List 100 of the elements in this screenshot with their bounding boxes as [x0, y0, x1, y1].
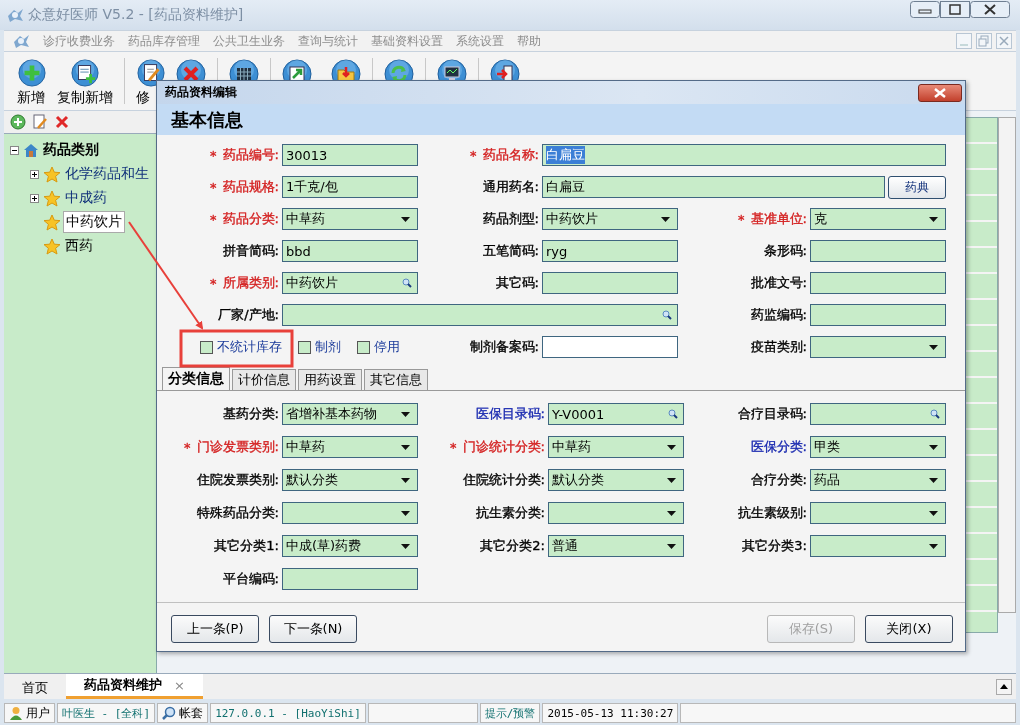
- lookup-field[interactable]: 中药饮片: [282, 272, 418, 294]
- status-button[interactable]: 帐套: [157, 703, 209, 723]
- dropdown[interactable]: 中草药: [548, 436, 684, 458]
- lookup-button[interactable]: 药典: [888, 176, 946, 199]
- field-label: 抗生素分类:: [475, 504, 545, 522]
- star-icon: [43, 237, 61, 255]
- tab-close-button[interactable]: ×: [174, 677, 185, 693]
- expand-icon[interactable]: [30, 169, 39, 179]
- expand-icon[interactable]: [30, 193, 39, 203]
- tab[interactable]: 计价信息: [232, 369, 296, 390]
- input-field[interactable]: [542, 336, 678, 358]
- field-label: 门诊发票类别:: [196, 438, 279, 456]
- star-icon: [43, 165, 61, 183]
- required-mark: *: [210, 147, 217, 163]
- tree-node[interactable]: 药品类别: [41, 140, 101, 160]
- tab[interactable]: 分类信息: [162, 367, 230, 390]
- dialog-button[interactable]: 关闭(X): [865, 615, 953, 643]
- input-field[interactable]: 30013: [282, 144, 418, 166]
- lookup-field[interactable]: [810, 403, 946, 425]
- dropdown[interactable]: [282, 502, 418, 524]
- caret-icon: [667, 477, 676, 483]
- required-mark: *: [738, 211, 745, 227]
- dropdown[interactable]: 克: [810, 208, 946, 230]
- checkbox[interactable]: 停用: [357, 338, 400, 356]
- dialog-button[interactable]: 上一条(P): [171, 615, 259, 643]
- caret-icon: [401, 411, 410, 417]
- input-field[interactable]: 1千克/包: [282, 176, 418, 198]
- field-label: 其它分类1:: [214, 537, 279, 555]
- dropdown[interactable]: [810, 336, 946, 358]
- dropdown[interactable]: 药品: [810, 469, 946, 491]
- input-field[interactable]: [810, 240, 946, 262]
- lookup-field[interactable]: [282, 304, 678, 326]
- selected-text: 白扁豆: [546, 146, 585, 164]
- caret-icon: [929, 344, 938, 350]
- input-field[interactable]: [282, 568, 418, 590]
- input-field[interactable]: 白扁豆: [542, 144, 946, 166]
- input-field[interactable]: ryg: [542, 240, 678, 262]
- dropdown[interactable]: 普通: [548, 535, 684, 557]
- window-title: 众意好医师 V5.2 - [药品资料维护]: [28, 6, 244, 24]
- field-label: 住院发票类别:: [196, 471, 279, 489]
- tree-node[interactable]: 中成药: [63, 188, 109, 208]
- tree-node[interactable]: 中药饮片: [63, 211, 125, 233]
- input-field[interactable]: [810, 304, 946, 326]
- checkbox[interactable]: 不统计库存: [200, 338, 282, 356]
- scroll-up-button[interactable]: [996, 679, 1012, 695]
- tab[interactable]: 其它信息: [364, 369, 428, 390]
- close-button[interactable]: [970, 1, 1010, 18]
- dropdown[interactable]: 中成(草)药费: [282, 535, 418, 557]
- lookup-field[interactable]: Y-V0001: [548, 403, 684, 425]
- dropdown[interactable]: 默认分类: [548, 469, 684, 491]
- dialog-button[interactable]: 下一条(N): [269, 615, 357, 643]
- field-label: 药品编号:: [222, 146, 279, 164]
- tree-node[interactable]: 西药: [63, 236, 95, 256]
- input-field[interactable]: [810, 272, 946, 294]
- dropdown[interactable]: 中草药: [282, 436, 418, 458]
- required-mark: *: [450, 439, 457, 455]
- delete-icon: [54, 114, 70, 130]
- star-icon: [43, 189, 61, 207]
- maximize-button[interactable]: [940, 1, 970, 18]
- dropdown[interactable]: 中草药: [282, 208, 418, 230]
- dropdown[interactable]: 甲类: [810, 436, 946, 458]
- dropdown[interactable]: 默认分类: [282, 469, 418, 491]
- tab[interactable]: 用药设置: [298, 369, 362, 390]
- close-button[interactable]: [918, 83, 962, 102]
- caret-icon: [929, 543, 938, 549]
- field-label: 平台编码:: [222, 570, 279, 588]
- tree-node[interactable]: 化学药品和生: [63, 164, 151, 184]
- field-label: 药监编码:: [750, 306, 807, 324]
- toolbar-button[interactable]: 复制新增: [57, 89, 113, 107]
- input-field[interactable]: bbd: [282, 240, 418, 262]
- vertical-scrollbar[interactable]: [998, 117, 1016, 613]
- caret-icon: [661, 216, 670, 222]
- checkbox[interactable]: 制剂: [298, 338, 341, 356]
- magnifier-icon: [930, 409, 940, 419]
- app-logo-icon: [12, 33, 30, 49]
- required-mark: *: [210, 179, 217, 195]
- status-button[interactable]: 用户: [4, 703, 55, 723]
- caret-icon: [401, 216, 410, 222]
- dropdown[interactable]: 中药饮片: [542, 208, 678, 230]
- dropdown[interactable]: [548, 502, 684, 524]
- collapse-icon[interactable]: [10, 145, 19, 155]
- dropdown[interactable]: [810, 502, 946, 524]
- caret-icon: [929, 510, 938, 516]
- document-tab[interactable]: 首页: [4, 677, 66, 699]
- dropdown[interactable]: [810, 535, 946, 557]
- input-field[interactable]: [542, 272, 678, 294]
- field-label: 药品分类:: [222, 210, 279, 228]
- input-field[interactable]: 白扁豆: [542, 176, 885, 198]
- section-heading: 基本信息: [157, 104, 965, 135]
- dialog-title: 药品资料编辑: [165, 84, 237, 101]
- minimize-button[interactable]: [910, 1, 940, 18]
- document-tab[interactable]: 药品资料维护 ×: [66, 674, 203, 699]
- field-label: 门诊统计分类:: [462, 438, 545, 456]
- dropdown[interactable]: 省增补基本药物: [282, 403, 418, 425]
- toolbar-button[interactable]: 新增: [17, 89, 45, 107]
- magnifier-icon: [662, 310, 672, 320]
- toolbar-button[interactable]: 修: [136, 89, 150, 107]
- caret-icon: [667, 543, 676, 549]
- add-icon: [17, 59, 47, 87]
- status-field: 2015-05-13 11:30:27: [542, 703, 679, 723]
